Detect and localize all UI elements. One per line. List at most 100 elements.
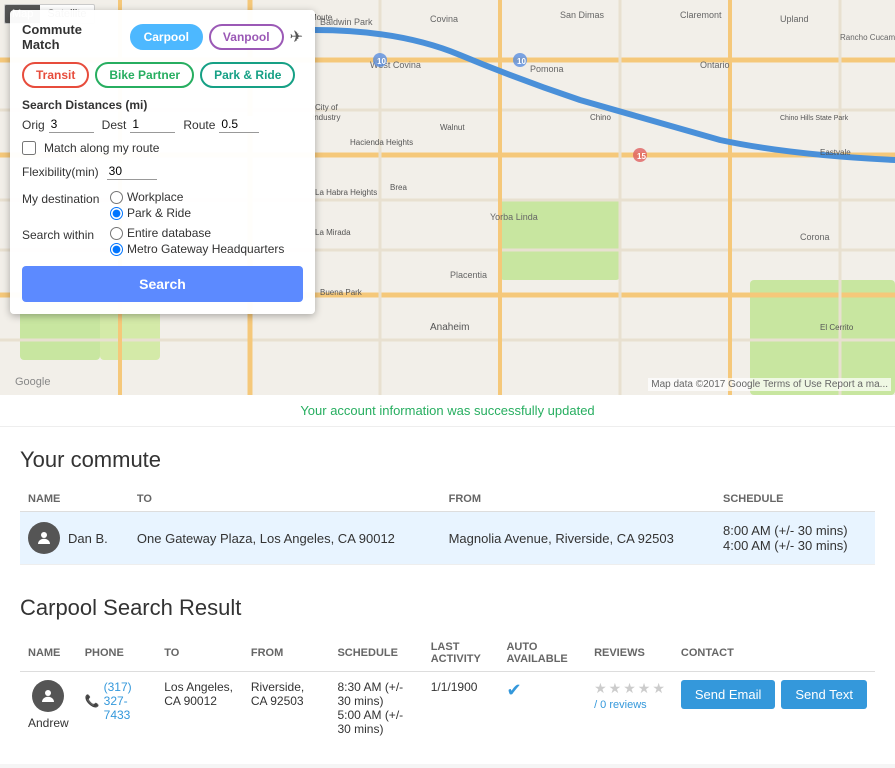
phone-number: (317) 327-7433	[104, 680, 149, 722]
name-cell: Dan B.	[28, 522, 121, 554]
svg-text:Upland: Upland	[780, 14, 809, 24]
my-destination-row: My destination Workplace Park & Ride	[22, 190, 303, 220]
dest-input[interactable]	[130, 116, 175, 133]
commute-name-cell: Dan B.	[20, 512, 129, 565]
result-col-schedule: SCHEDULE	[329, 635, 422, 672]
my-destination-label: My destination	[22, 190, 102, 206]
match-route-checkbox[interactable]	[22, 141, 36, 155]
result-to-cell: Los Angeles, CA 90012	[156, 672, 243, 745]
svg-text:Chino Hills State Park: Chino Hills State Park	[780, 115, 849, 122]
svg-text:Ontario: Ontario	[700, 60, 730, 70]
svg-text:Anaheim: Anaheim	[430, 322, 469, 333]
svg-text:City of: City of	[315, 103, 338, 112]
distances-section: Search Distances (mi) Orig Dest Route	[22, 98, 303, 133]
transport-row: Transit Bike Partner Park & Ride	[22, 62, 303, 88]
contact-buttons: Send Email Send Text	[681, 680, 867, 709]
result-col-reviews: REVIEWS	[586, 635, 673, 672]
star-3: ★	[623, 680, 636, 697]
status-message: Your account information was successfull…	[300, 403, 594, 418]
svg-text:Yorba Linda: Yorba Linda	[490, 212, 538, 222]
search-panel: Commute Match Carpool Vanpool ✈ Transit …	[10, 10, 315, 314]
match-route-row: Match along my route	[22, 141, 303, 155]
result-contact-cell: Send Email Send Text	[673, 672, 875, 745]
result-person-name: Andrew	[28, 716, 69, 730]
bike-partner-button[interactable]: Bike Partner	[95, 62, 194, 88]
svg-text:Claremont: Claremont	[680, 10, 722, 20]
svg-text:15: 15	[637, 152, 646, 161]
commute-col-to: TO	[129, 487, 441, 512]
result-phone-cell: 📞 (317) 327-7433	[77, 672, 157, 745]
metro-gateway-radio[interactable]	[110, 243, 123, 256]
svg-text:La Habra Heights: La Habra Heights	[315, 188, 377, 197]
result-reviews-cell: ★ ★ ★ ★ ★ / 0 reviews	[586, 672, 673, 745]
entire-db-option[interactable]: Entire database	[110, 226, 284, 240]
metro-gateway-option[interactable]: Metro Gateway Headquarters	[110, 242, 284, 256]
commute-table: NAME TO FROM SCHEDULE Dan B.	[20, 487, 875, 565]
svg-text:Rancho Cucamonga: Rancho Cucamonga	[840, 33, 895, 42]
svg-text:Pomona: Pomona	[530, 64, 564, 74]
orig-field: Orig	[22, 116, 94, 133]
search-within-radio-group: Entire database Metro Gateway Headquarte…	[110, 226, 284, 256]
vanpool-button[interactable]: Vanpool	[209, 24, 284, 50]
commute-person-name: Dan B.	[68, 531, 108, 546]
svg-text:Walnut: Walnut	[440, 123, 465, 132]
table-row: Andrew 📞 (317) 327-7433 Los Angeles, CA …	[20, 672, 875, 745]
svg-text:Brea: Brea	[390, 183, 407, 192]
map-container: Baldwin Park Covina San Dimas Claremont …	[0, 0, 895, 395]
carpool-result-title: Carpool Search Result	[20, 595, 875, 621]
orig-label: Orig	[22, 118, 45, 132]
phone-cell: 📞 (317) 327-7433	[85, 680, 149, 722]
transit-button[interactable]: Transit	[22, 62, 89, 88]
svg-text:El Cerrito: El Cerrito	[820, 323, 854, 332]
destination-radio-group: Workplace Park & Ride	[110, 190, 191, 220]
search-within-row: Search within Entire database Metro Gate…	[22, 226, 303, 256]
commute-from-cell: Magnolia Avenue, Riverside, CA 92503	[441, 512, 715, 565]
flexibility-row: Flexibility(min)	[22, 163, 303, 180]
commute-to-cell: One Gateway Plaza, Los Angeles, CA 90012	[129, 512, 441, 565]
carpool-button[interactable]: Carpool	[130, 24, 203, 50]
entire-db-radio[interactable]	[110, 227, 123, 240]
phone-icon: 📞	[85, 694, 100, 708]
flexibility-label: Flexibility(min)	[22, 165, 99, 179]
main-content: Your commute NAME TO FROM SCHEDULE	[0, 427, 895, 764]
commute-col-name: NAME	[20, 487, 129, 512]
star-4: ★	[638, 680, 651, 697]
park-ride-button[interactable]: Park & Ride	[200, 62, 295, 88]
avatar	[28, 522, 60, 554]
result-auto-cell: ✔	[498, 672, 586, 745]
search-button[interactable]: Search	[22, 266, 303, 302]
result-avatar-col: Andrew	[28, 680, 69, 730]
result-header-row: NAME PHONE TO FROM SCHEDULE LAST ACTIVIT…	[20, 635, 875, 672]
workplace-radio[interactable]	[110, 191, 123, 204]
workplace-option[interactable]: Workplace	[110, 190, 191, 204]
result-col-to: TO	[156, 635, 243, 672]
svg-text:La Mirada: La Mirada	[315, 228, 351, 237]
dest-label: Dest	[102, 118, 127, 132]
result-col-activity: LAST ACTIVITY	[423, 635, 499, 672]
route-input[interactable]	[219, 116, 259, 133]
airplane-button[interactable]: ✈	[290, 27, 303, 47]
svg-text:10: 10	[377, 57, 386, 66]
route-label: Route	[183, 118, 215, 132]
status-bar: Your account information was successfull…	[0, 395, 895, 427]
reviews-link[interactable]: / 0 reviews	[594, 699, 647, 711]
flexibility-input[interactable]	[107, 163, 157, 180]
send-text-button[interactable]: Send Text	[781, 680, 867, 709]
star-5: ★	[652, 680, 665, 697]
result-table-body: Andrew 📞 (317) 327-7433 Los Angeles, CA …	[20, 672, 875, 745]
orig-input[interactable]	[49, 116, 94, 133]
search-within-label: Search within	[22, 226, 102, 242]
svg-text:San Dimas: San Dimas	[560, 10, 605, 20]
svg-text:Corona: Corona	[800, 232, 830, 242]
result-activity-cell: 1/1/1900	[423, 672, 499, 745]
park-ride-option[interactable]: Park & Ride	[110, 206, 191, 220]
result-name-cell: Andrew	[20, 672, 77, 745]
result-col-phone: PHONE	[77, 635, 157, 672]
match-route-label: Match along my route	[44, 141, 159, 155]
your-commute-title: Your commute	[20, 447, 875, 473]
svg-text:Covina: Covina	[430, 14, 458, 24]
send-email-button[interactable]: Send Email	[681, 680, 775, 709]
result-from-cell: Riverside, CA 92503	[243, 672, 330, 745]
commute-schedule-cell: 8:00 AM (+/- 30 mins) 4:00 AM (+/- 30 mi…	[715, 512, 875, 565]
parkride-radio[interactable]	[110, 207, 123, 220]
